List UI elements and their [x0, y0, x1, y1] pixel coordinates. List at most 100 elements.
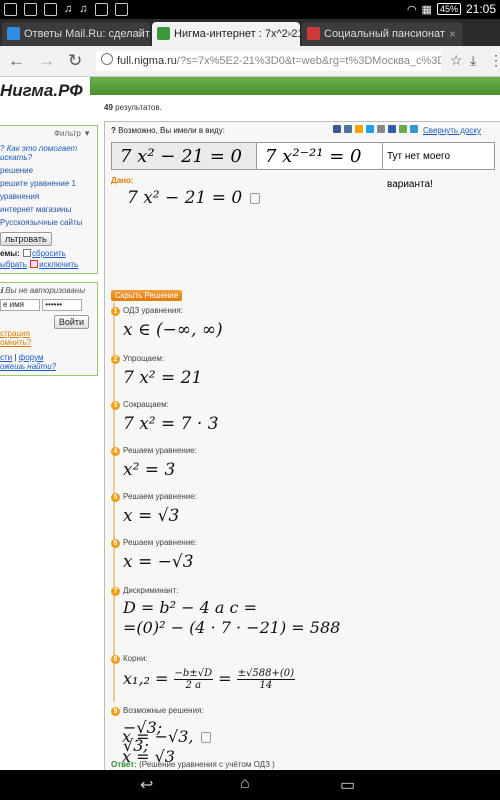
back-arrow-icon[interactable]: ←: [8, 51, 25, 71]
step-label-text: Упрощаем:: [123, 354, 165, 363]
skype-icon[interactable]: [410, 125, 418, 133]
url-path: /?s=7x%5E2-21%3D0&t=web&rg=t%3DМосква_с%…: [176, 55, 441, 67]
star-icon[interactable]: ☆: [450, 52, 463, 69]
select-link[interactable]: ыбрать: [0, 260, 27, 269]
option-equation-2[interactable]: 7 x²⁻²¹ = 0: [257, 142, 383, 170]
step-label: 5 Решаем уравнение:: [111, 492, 197, 502]
answer-value-text: x = −√3,: [122, 727, 194, 746]
option-equation-1[interactable]: 7 x² − 21 = 0: [111, 142, 257, 170]
step-math: x = −√3: [123, 552, 194, 572]
header-bar: [90, 77, 500, 95]
menu-icon[interactable]: ⋮: [489, 52, 500, 69]
given-label: Дано:: [111, 176, 134, 185]
reset-checkbox[interactable]: [23, 249, 31, 257]
username-input[interactable]: е имя: [0, 299, 40, 311]
step-number: 5: [111, 493, 120, 502]
mail-icon[interactable]: [388, 125, 396, 133]
register-link[interactable]: страция: [0, 329, 95, 338]
home-icon[interactable]: ⌂: [240, 775, 250, 793]
notification-icons: ♫ ♫: [4, 3, 128, 16]
step-label-text: Решаем уравнение:: [123, 492, 197, 501]
hide-solution-button[interactable]: Скрыть Решение: [111, 290, 183, 301]
link-icon[interactable]: [399, 125, 407, 133]
remember-link[interactable]: омнить?: [0, 338, 95, 347]
forum-link[interactable]: форум: [19, 353, 44, 362]
step-number: 8: [111, 655, 120, 664]
news-link[interactable]: сти: [0, 353, 12, 362]
step-number: 9: [111, 707, 120, 716]
auth-status: ℹ Вы не авторизованы: [0, 286, 95, 295]
themes-label: емы:: [0, 249, 20, 258]
tab-pension[interactable]: Социальный пансионат ×: [302, 22, 462, 46]
cluster-link[interactable]: решение: [0, 164, 95, 177]
twitter-icon[interactable]: [366, 125, 374, 133]
recent-apps-icon[interactable]: ▭: [340, 775, 355, 795]
step-math: 7 x² = 21: [123, 368, 203, 388]
filter-button[interactable]: льтровать: [0, 232, 52, 246]
reset-link[interactable]: сбросить: [32, 249, 66, 258]
tab-nigma[interactable]: Нигма-интернет : 7x^2-21= ×: [152, 22, 300, 46]
step-label-text: Корни:: [123, 654, 148, 663]
password-input[interactable]: ••••••: [42, 299, 83, 311]
denominator: 14: [259, 680, 273, 691]
roots-formula: x₁,₂ = −b±√D 2 a = ±√588+(0) 14: [123, 668, 296, 691]
exclude-checkbox[interactable]: [30, 260, 39, 268]
download-icon[interactable]: ⤓: [470, 52, 476, 69]
image-icon: [24, 3, 37, 16]
cluster-link[interactable]: Русскоязычные сайты: [0, 216, 95, 229]
roots-lhs: x₁,₂ =: [123, 669, 169, 688]
tab-title: Социальный пансионат: [324, 28, 445, 40]
hand-cursor-icon: [201, 732, 212, 743]
address-bar[interactable]: full.nigma.ru/?s=7x%5E2-21%3D0&t=web&rg=…: [96, 51, 441, 71]
step-label: 6 Решаем уравнение:: [111, 538, 197, 548]
given-equation: 7 x² − 21 = 0: [127, 188, 261, 208]
tab-bar: Ответы Mail.Ru: сделайте у × Нигма-интер…: [0, 19, 500, 46]
pen-icon[interactable]: [377, 125, 385, 133]
step-label-text: Решаем уравнение:: [123, 446, 197, 455]
step-math: 7 x² = 7 · 3: [123, 414, 219, 434]
battery-indicator: 45%: [436, 3, 461, 15]
tab-title: Нигма-интернет : 7x^2-21=: [174, 28, 300, 40]
close-tab-icon[interactable]: ×: [287, 22, 294, 46]
tab-mail-answers[interactable]: Ответы Mail.Ru: сделайте у ×: [2, 22, 150, 46]
ok-icon[interactable]: [355, 125, 363, 133]
close-tab-icon[interactable]: ×: [137, 22, 144, 46]
step-label: 1 ОДЗ уравнения:: [111, 306, 183, 316]
exclude-link[interactable]: исключить: [39, 260, 78, 269]
filter-box: Фильтр ▼ ? Как это помогает искать? реше…: [0, 125, 98, 274]
cluster-link[interactable]: решите уравнение 1: [0, 177, 95, 190]
info-icon: ℹ: [0, 286, 4, 295]
login-button[interactable]: Войти: [53, 315, 89, 329]
vk-icon[interactable]: [344, 125, 352, 133]
page-content: Нигма.РФ 49 результатов. Фильтр ▼ ? Как …: [0, 77, 500, 770]
forward-arrow-icon[interactable]: →: [38, 51, 55, 71]
step-number: 6: [111, 539, 120, 548]
auth-box: ℹ Вы не авторизованы е имя •••••• Войти …: [0, 282, 98, 376]
step-label-text: Сокращаем:: [123, 400, 169, 409]
not-found-link[interactable]: ожешь найти?: [0, 362, 95, 371]
nigma-logo[interactable]: Нигма.РФ: [0, 81, 83, 101]
answer-value: x = √3: [122, 747, 175, 766]
solution-board: ? Возможно, Вы имели в виду: Свернуть до…: [104, 121, 500, 770]
cluster-link[interactable]: интернет магазины: [0, 203, 95, 216]
funnel-icon: ▼: [83, 129, 91, 138]
option-none[interactable]: Тут нет моего варианта!: [383, 142, 495, 190]
step-number: 7: [111, 587, 120, 596]
status-bar: ♫ ♫ ◠ ▦ 45% 21:05: [0, 0, 500, 19]
results-label: результатов.: [115, 103, 162, 112]
music-icon: ♫: [64, 3, 73, 15]
collapse-board-link[interactable]: Свернуть доску: [423, 126, 481, 135]
how-it-helps-link[interactable]: ? Как это помогает искать?: [0, 142, 95, 164]
reload-icon[interactable]: ↻: [68, 51, 82, 71]
share-icons: [333, 125, 418, 133]
back-icon[interactable]: ↩: [140, 775, 153, 795]
url-host: full.nigma.ru: [117, 55, 177, 67]
did-you-mean: ? Возможно, Вы имели в виду:: [111, 126, 225, 135]
filter-label: Фильтр: [53, 129, 81, 138]
step-math: x ∈ (−∞, ∞): [123, 320, 223, 340]
cluster-link[interactable]: уравнения: [0, 190, 95, 203]
system-nav-bar: ↩ ⌂ ▭: [0, 770, 500, 800]
shop-icon: [94, 3, 108, 16]
facebook-icon[interactable]: [333, 125, 341, 133]
close-tab-icon[interactable]: ×: [449, 22, 456, 46]
